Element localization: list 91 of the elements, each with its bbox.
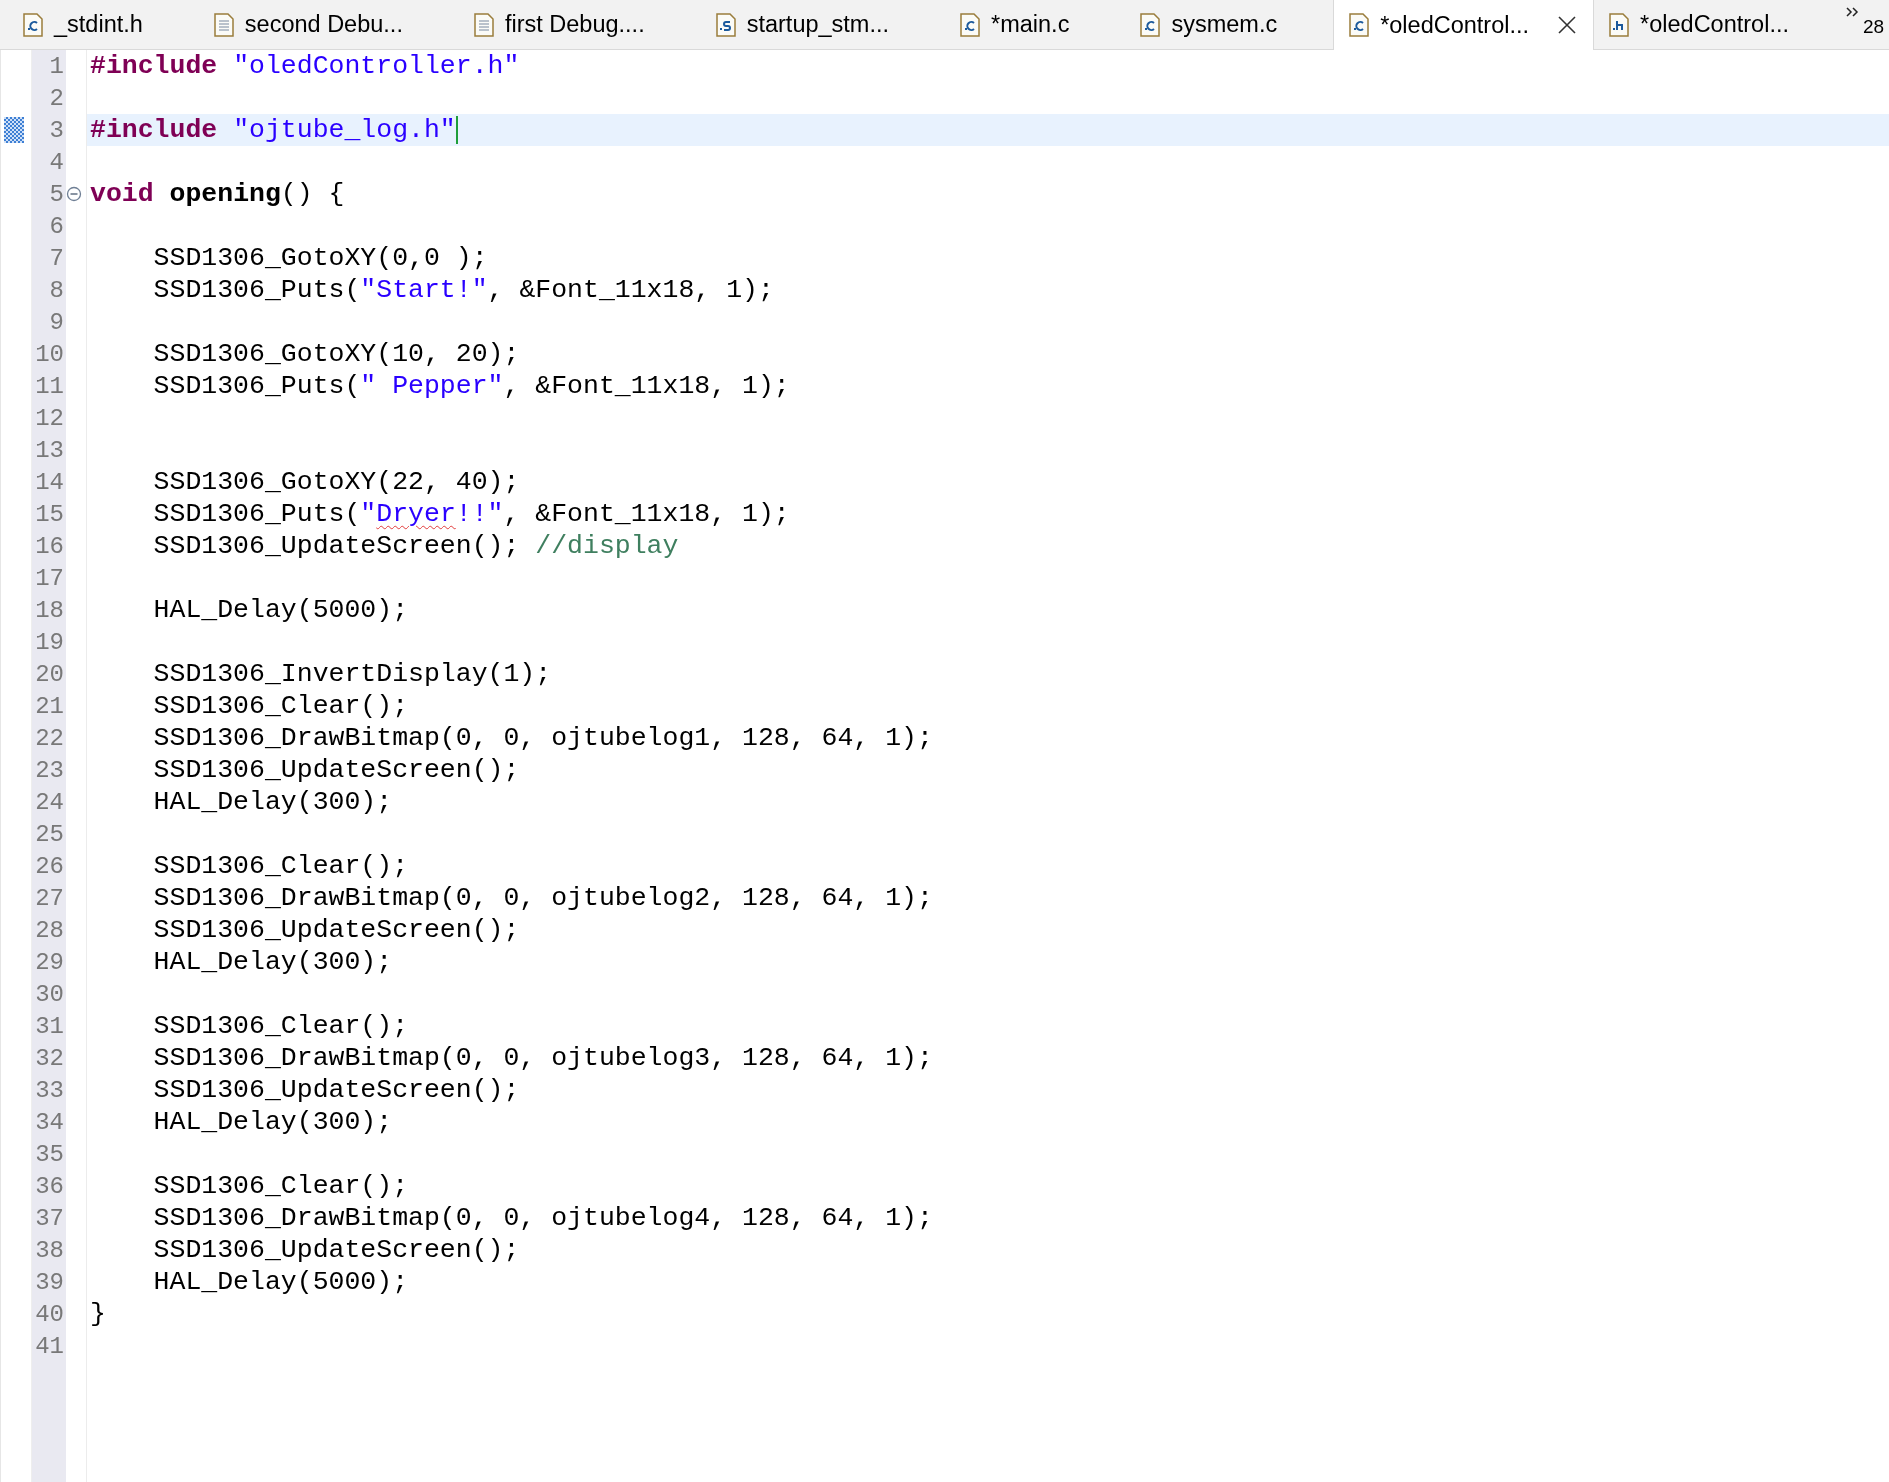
line-number: 30 (34, 980, 65, 1008)
c-file-icon (22, 12, 44, 37)
line-number: 28 (34, 916, 65, 944)
line-number: 35 (34, 1140, 65, 1168)
line-number: 39 (34, 1268, 65, 1296)
code-line: SSD1306_InvertDisplay(1); (152, 659, 552, 689)
code-line: SSD1306_Clear(); (152, 1171, 409, 1201)
line-number: 32 (34, 1044, 65, 1072)
line-number: 10 (34, 340, 65, 368)
c-file-icon (959, 12, 982, 37)
line-number: 9 (48, 308, 65, 336)
editor-tab[interactable]: *oledControl... (1333, 0, 1595, 50)
line-number: 11 (34, 372, 65, 400)
collapse-icon[interactable] (66, 186, 82, 202)
assembly-file-icon (714, 12, 737, 37)
editor-tab[interactable]: sysmem.c (1125, 0, 1334, 49)
line-number: 33 (34, 1076, 65, 1104)
code-line: SSD1306_GotoXY(22, 40); (152, 467, 520, 497)
line-number: 6 (48, 212, 65, 240)
code-line: SSD1306_GotoXY(10, 20); (152, 339, 520, 369)
code-line: void opening() { (89, 179, 345, 209)
line-number: 22 (34, 724, 65, 752)
editor-tab[interactable]: *main.c (945, 0, 1126, 49)
code-line: HAL_Delay(300); (152, 1107, 393, 1137)
code-line: SSD1306_DrawBitmap(0, 0, ojtubelog4, 128, 64, 1); (152, 1203, 933, 1233)
line-number: 29 (34, 948, 65, 976)
line-number: 38 (34, 1236, 65, 1264)
line-number: 25 (34, 820, 65, 848)
code-line: SSD1306_UpdateScreen(); (152, 1075, 520, 1105)
line-number: 13 (34, 436, 65, 464)
line-number: 37 (34, 1204, 65, 1232)
code-line: HAL_Delay(5000); (152, 1267, 409, 1297)
line-number: 41 (34, 1332, 65, 1360)
line-number: 31 (34, 1012, 65, 1040)
code-line: SSD1306_DrawBitmap(0, 0, ojtubelog1, 128, 64, 1); (152, 723, 933, 753)
chevrons-icon[interactable] (1845, 6, 1861, 18)
code-line: #include "ojtube_log.h" (89, 115, 456, 145)
line-number: 34 (34, 1108, 65, 1136)
text-file-icon (472, 12, 495, 37)
code-line: SSD1306_Puts("Start!", &Font_11x18, 1); (152, 275, 774, 305)
editor-tab[interactable]: startup_stm... (700, 0, 946, 49)
line-number: 26 (34, 852, 65, 880)
code-line: SSD1306_DrawBitmap(0, 0, ojtubelog2, 128, 64, 1); (152, 883, 933, 913)
hidden-tab-count[interactable]: 28 (1863, 6, 1885, 38)
line-number: 3 (48, 116, 65, 144)
c-file-icon (1348, 13, 1371, 37)
line-number: 17 (34, 564, 65, 592)
editor-tab[interactable]: *oledControl... (1594, 0, 1845, 49)
line-number: 24 (34, 788, 65, 816)
code-line: HAL_Delay(5000); (152, 595, 409, 625)
c-file-icon (1139, 12, 1162, 37)
editor-tab[interactable]: first Debug.... (458, 0, 701, 49)
code-line: SSD1306_Clear(); (152, 851, 409, 881)
code-line: HAL_Delay(300); (152, 947, 393, 977)
line-number: 8 (48, 276, 65, 304)
editor-tab[interactable]: second Debu... (198, 0, 459, 49)
code-line: SSD1306_DrawBitmap(0, 0, ojtubelog3, 128, 64, 1); (152, 1043, 933, 1073)
line-number: 12 (34, 404, 65, 432)
code-line: SSD1306_UpdateScreen(); (152, 915, 520, 945)
code-line: SSD1306_UpdateScreen(); //display (152, 531, 679, 561)
line-number: 4 (48, 148, 65, 176)
line-number: 7 (48, 244, 65, 272)
close-icon[interactable] (1557, 15, 1578, 35)
line-number: 20 (34, 660, 65, 688)
line-number: 27 (34, 884, 65, 912)
line-number: 2 (48, 84, 65, 112)
editor-tab[interactable]: _stdint.h (8, 0, 199, 49)
line-number: 19 (34, 628, 65, 656)
line-number: 5 (48, 180, 65, 208)
code-line: SSD1306_Clear(); (152, 1011, 409, 1041)
line-number: 16 (34, 532, 65, 560)
code-line: HAL_Delay(300); (152, 787, 393, 817)
text-cursor (455, 116, 458, 144)
code-line: SSD1306_UpdateScreen(); (152, 1235, 520, 1265)
line-number: 15 (34, 500, 65, 528)
line-number: 21 (34, 692, 65, 720)
code-line: SSD1306_Puts("Dryer!!", &Font_11x18, 1); (152, 499, 790, 529)
line-number: 14 (34, 468, 65, 496)
line-number: 40 (34, 1300, 65, 1328)
code-line: SSD1306_Puts(" Pepper", &Font_11x18, 1); (152, 371, 790, 401)
code-line: } (89, 1299, 106, 1329)
code-line: SSD1306_GotoXY(0,0 ); (152, 243, 488, 273)
line-number: 18 (34, 596, 65, 624)
header-file-icon (1608, 12, 1631, 37)
line-number: 1 (48, 52, 65, 80)
line-number: 23 (34, 756, 65, 784)
code-line: SSD1306_Clear(); (152, 691, 409, 721)
code-line: #include "oledController.h" (89, 51, 520, 81)
line-number: 36 (34, 1172, 65, 1200)
code-line: SSD1306_UpdateScreen(); (152, 755, 520, 785)
text-file-icon (212, 12, 235, 37)
